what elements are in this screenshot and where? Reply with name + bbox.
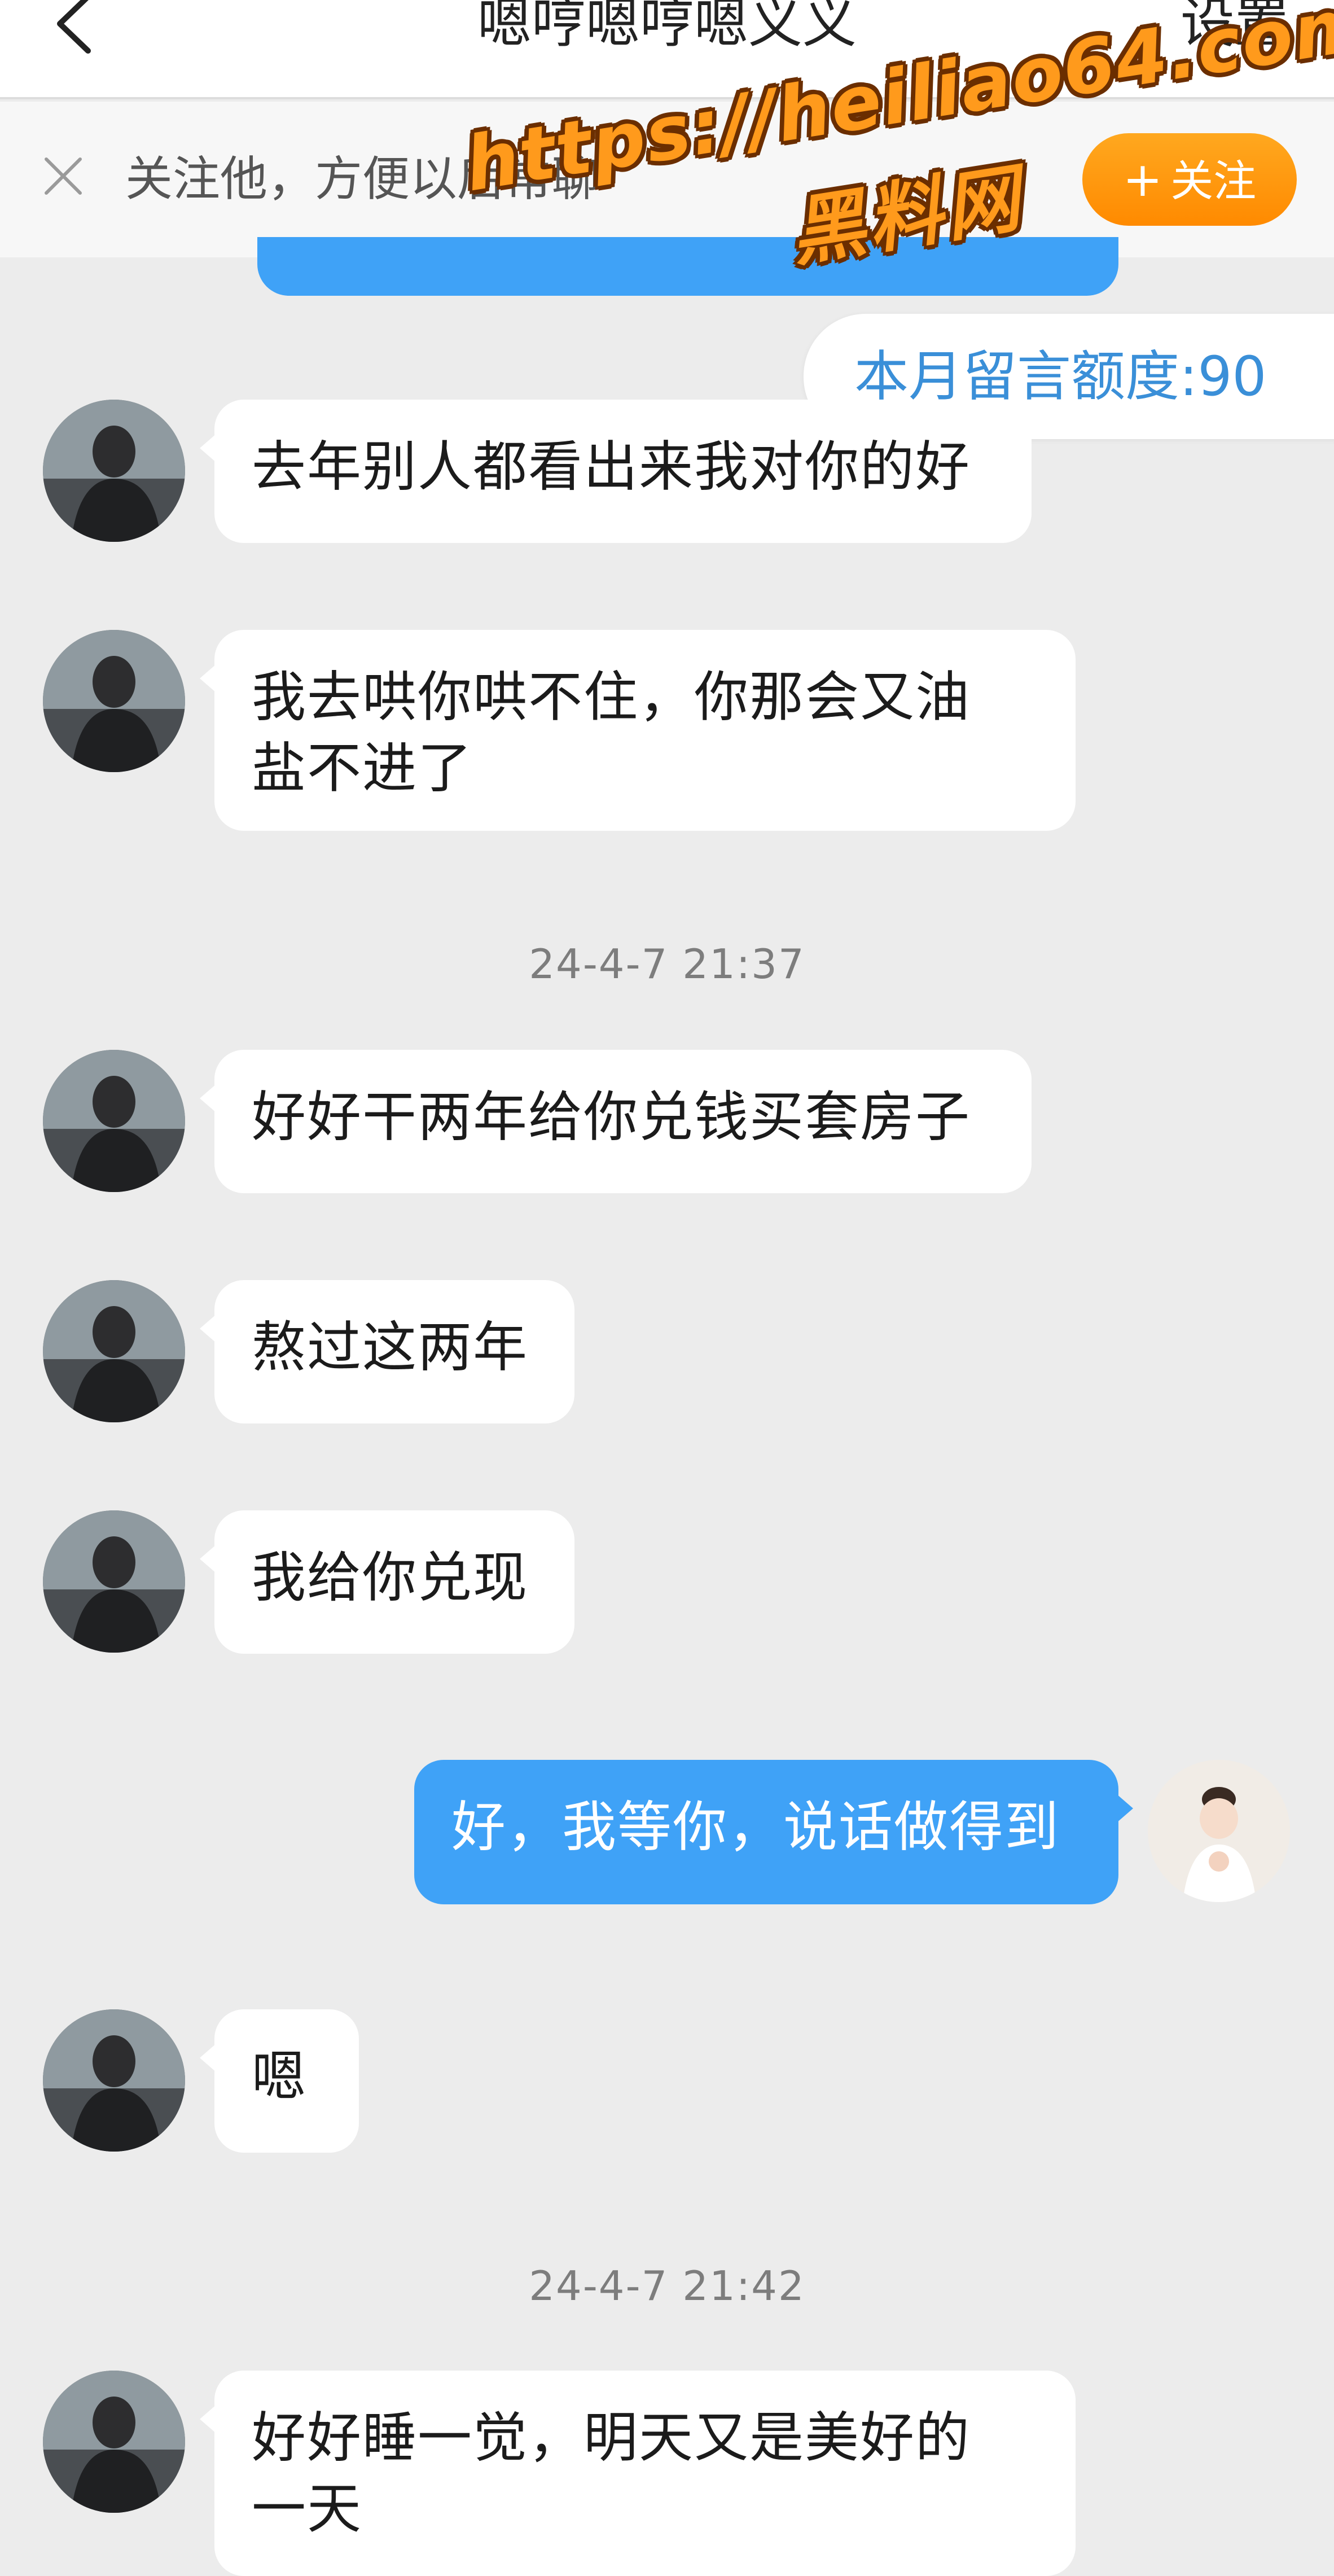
message-line: 我去哄你哄不住，你那会又油 <box>252 665 971 729</box>
message-bubble[interactable]: 好好睡一觉，明天又是美好的 一天 <box>200 2371 1076 2576</box>
message-line: 盐不进了 <box>252 737 473 800</box>
message-line: 一天 <box>252 2477 362 2540</box>
message-bubble[interactable]: 我去哄你哄不住，你那会又油 盐不进了 <box>200 630 1076 831</box>
avatar[interactable] <box>43 1510 185 1653</box>
avatar[interactable] <box>43 400 185 542</box>
avatar[interactable] <box>1148 1760 1290 1902</box>
avatar[interactable] <box>43 1050 185 1192</box>
close-icon[interactable] <box>43 156 84 196</box>
message-bubble[interactable]: 好，我等你，说话做得到 <box>414 1760 1133 1904</box>
avatar[interactable] <box>43 2371 185 2513</box>
message-bubble[interactable]: 去年别人都看出来我对你的好 <box>200 400 1032 543</box>
message-bubble[interactable]: 嗯 <box>200 2009 359 2153</box>
avatar[interactable] <box>43 2009 185 2152</box>
message-bubble[interactable]: 好好干两年给你兑钱买套房子 <box>200 1050 1032 1193</box>
timestamp: 24-4-7 21:42 <box>529 2262 805 2310</box>
timestamp: 24-4-7 21:37 <box>529 940 805 988</box>
message-bubble[interactable]: 熬过这两年 <box>200 1280 574 1423</box>
message-bubble[interactable]: 我给你兑现 <box>200 1510 574 1654</box>
avatar[interactable] <box>43 630 185 772</box>
avatar[interactable] <box>43 1280 185 1422</box>
message-line: 好好睡一觉，明天又是美好的 <box>252 2406 971 2469</box>
